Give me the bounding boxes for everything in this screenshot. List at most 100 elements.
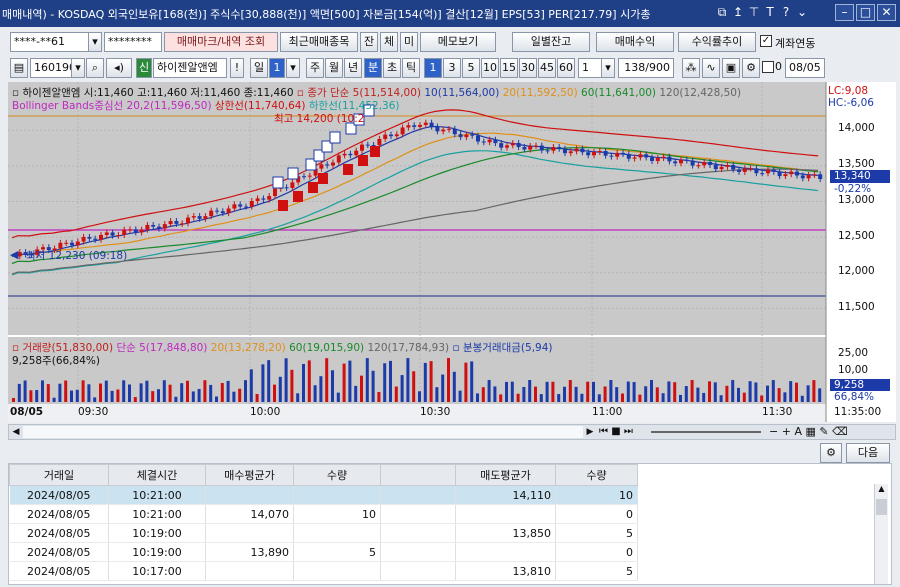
table-row[interactable]: 2024/08/05 10:19:00 13,850 5 <box>9 523 638 543</box>
period-day-button[interactable]: 일 <box>250 58 268 78</box>
period-num[interactable]: 1 <box>269 58 285 78</box>
draw-icon[interactable]: ∿ <box>702 58 720 78</box>
candle-body <box>180 223 185 225</box>
volume-bar <box>58 383 62 402</box>
table-row[interactable]: 2024/08/05 10:17:00 13,810 5 <box>9 561 638 581</box>
scroll-right-icon[interactable]: ▶ <box>583 425 597 439</box>
table-row[interactable]: 2024/08/05 10:19:00 13,890 5 0 <box>9 542 638 562</box>
col-trade-date[interactable]: 거래일 <box>9 464 109 486</box>
scroll-thumb[interactable] <box>23 426 583 438</box>
period-tick[interactable]: 틱 <box>402 58 420 78</box>
zoom-in-icon[interactable]: + <box>782 425 791 438</box>
count-dropdown-icon[interactable]: ▾ <box>601 58 615 78</box>
daily-balance-button[interactable]: 일별잔고 <box>512 32 590 52</box>
col-buy-qty[interactable]: 수량 <box>293 464 381 486</box>
account-link-checkbox[interactable]: ✓ <box>760 35 772 47</box>
table-row[interactable]: 2024/08/05 10:21:00 14,110 10 <box>9 485 638 505</box>
minimize-icon[interactable]: – <box>835 4 854 21</box>
alert-icon[interactable]: ! <box>230 58 244 78</box>
volume-bar <box>87 384 91 402</box>
account-dropdown-icon[interactable]: ▾ <box>88 32 102 52</box>
save-icon[interactable]: ▣ <box>722 58 740 78</box>
text-icon[interactable]: T <box>762 5 778 19</box>
table-cell: 10 <box>293 504 381 524</box>
chart-scrollbar[interactable]: ◀ ▶ ⏮ ■ ⏭ − + A ▦ ✎ ⌫ <box>8 424 896 440</box>
volume-bar <box>342 363 346 402</box>
pin-icon[interactable]: ⊤ <box>746 5 762 19</box>
table-row[interactable]: 2024/08/05 10:21:00 14,070 10 0 <box>9 504 638 524</box>
help-icon[interactable]: ? <box>778 5 794 19</box>
col-sell-avg[interactable]: 매도평균가 <box>455 464 556 486</box>
maximize-icon[interactable]: □ <box>856 4 875 21</box>
eraser-icon[interactable]: ⌫ <box>832 425 848 438</box>
candle-body <box>626 154 631 159</box>
volume-bar <box>412 371 416 402</box>
forward-icon[interactable]: ⏭ <box>624 426 633 437</box>
candle-body <box>737 169 741 172</box>
settings-icon[interactable]: ⚙ <box>742 58 760 78</box>
interval-45[interactable]: 45 <box>538 58 556 78</box>
recent-trades-button[interactable]: 최근매매종목 <box>280 32 358 52</box>
link-icon[interactable]: ⧉ <box>714 5 730 20</box>
volume-bar <box>731 380 735 402</box>
col-exec-time[interactable]: 체결시간 <box>108 464 206 486</box>
table-scroll-thumb[interactable] <box>876 499 887 515</box>
password-input[interactable]: ******** <box>104 32 162 52</box>
zoom-out-icon[interactable]: − <box>769 425 778 438</box>
volume-bar <box>644 386 648 402</box>
pen-icon[interactable]: ✎ <box>819 425 828 438</box>
profit-rate-button[interactable]: 수익률추이 <box>678 32 756 52</box>
col-sell-qty[interactable]: 수량 <box>555 464 638 486</box>
period-year[interactable]: 년 <box>344 58 362 78</box>
up-arrow-icon[interactable]: ↥ <box>730 5 746 19</box>
table-vscrollbar[interactable]: ▲ <box>874 484 888 584</box>
candle-body <box>615 152 620 157</box>
search-icon[interactable]: ⌕ <box>86 58 104 78</box>
indicator-icon[interactable]: ⁂ <box>682 58 700 78</box>
chart-area[interactable]: ▫ 하이젠알앤엠 시:11,460 고:11,460 저:11,460 종:11… <box>8 82 896 422</box>
scroll-left-icon[interactable]: ◀ <box>9 425 23 439</box>
zoom-slider[interactable] <box>651 431 761 433</box>
memo-button[interactable]: 메모보기 <box>420 32 496 52</box>
interval-15[interactable]: 15 <box>500 58 518 78</box>
executed-button[interactable]: 체 <box>380 32 398 52</box>
col-buy-avg[interactable]: 매수평균가 <box>205 464 294 486</box>
period-week[interactable]: 주 <box>306 58 324 78</box>
rewind-icon[interactable]: ⏮ <box>599 426 608 437</box>
interval-1[interactable]: 1 <box>424 58 442 78</box>
balance-button[interactable]: 잔 <box>360 32 378 52</box>
table-settings-icon[interactable]: ⚙ <box>820 443 842 463</box>
date-input[interactable]: 08/05 <box>785 58 825 78</box>
candle-body <box>580 148 585 153</box>
trade-history-button[interactable]: 매매마크/내역 조회 <box>164 32 278 52</box>
trade-profit-button[interactable]: 매매수익 <box>596 32 674 52</box>
table-scroll-up-icon[interactable]: ▲ <box>875 484 888 498</box>
stop-icon[interactable]: ■ <box>611 426 620 437</box>
chart-type-icon[interactable]: A <box>794 425 802 438</box>
period-month[interactable]: 월 <box>325 58 343 78</box>
period-minute[interactable]: 분 <box>364 58 382 78</box>
sound-icon[interactable]: ◂) <box>106 58 132 78</box>
layout-icon[interactable]: ▤ <box>10 58 28 78</box>
interval-3[interactable]: 3 <box>443 58 461 78</box>
grid-icon[interactable]: ▦ <box>805 425 815 438</box>
code-dropdown-icon[interactable]: ▾ <box>71 58 85 78</box>
zero-checkbox[interactable] <box>762 61 774 73</box>
candle-body <box>644 154 649 158</box>
account-input[interactable]: ****-**61 <box>10 32 90 52</box>
volume-bar <box>41 380 44 402</box>
period-second[interactable]: 초 <box>383 58 401 78</box>
dropdown-icon[interactable]: ⌄ <box>794 5 810 19</box>
interval-5[interactable]: 5 <box>462 58 480 78</box>
table-cell: 10:17:00 <box>108 561 206 581</box>
next-button[interactable]: 다음 <box>846 443 890 463</box>
pending-button[interactable]: 미 <box>400 32 418 52</box>
candle-body <box>412 125 417 127</box>
period-dropdown-icon[interactable]: ▾ <box>286 58 300 78</box>
interval-60[interactable]: 60 <box>557 58 575 78</box>
close-icon[interactable]: ✕ <box>877 4 896 21</box>
candle-body <box>157 226 161 229</box>
interval-10[interactable]: 10 <box>481 58 499 78</box>
buy-marker <box>293 191 303 202</box>
interval-30[interactable]: 30 <box>519 58 537 78</box>
